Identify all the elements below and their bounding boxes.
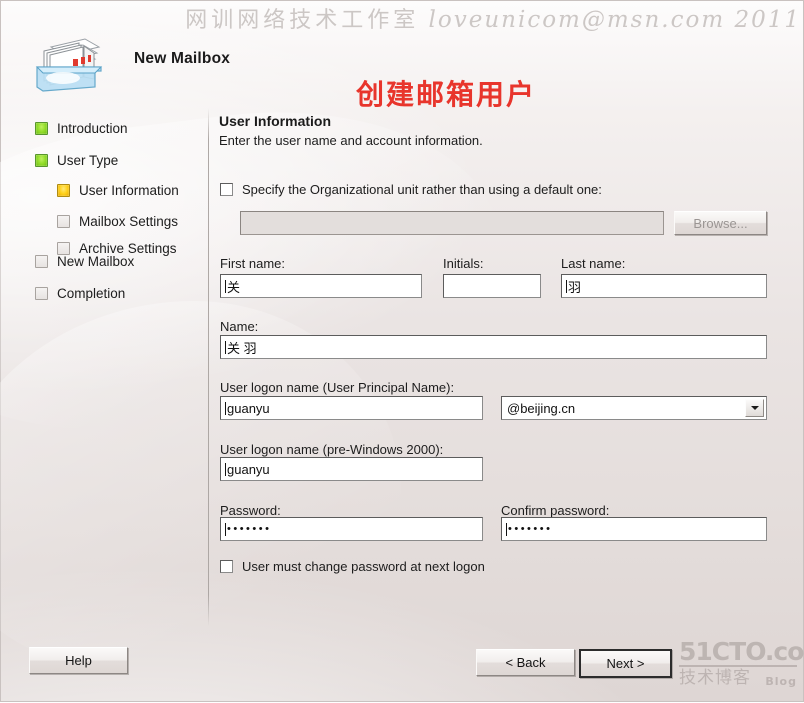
page-title: User Information [219,113,332,129]
name-label: Name: [220,319,259,334]
pre-windows-2000-label: User logon name (pre-Windows 2000): [220,442,444,457]
text-caret [225,401,226,415]
text-caret [506,522,507,536]
first-name-value: 关 [227,279,241,295]
new-mailbox-wizard-window: 网训网络技术工作室 loveunicom@msn.com 2011 New Ma… [0,0,804,702]
upn-value: guanyu [227,400,270,416]
last-name-input[interactable]: 羽 [561,274,767,298]
upn-label: User logon name (User Principal Name): [220,380,455,395]
step-status-icon-todo [35,254,48,268]
upn-input[interactable]: guanyu [220,396,483,420]
chevron-down-icon[interactable] [745,399,764,417]
text-caret [225,340,226,354]
password-value: ••••••• [227,522,272,535]
sidebar-item-label: Introduction [57,120,128,136]
initials-label: Initials: [443,256,484,271]
wizard-footer: Help < Back Next > [1,635,804,703]
wizard-step-sidebar: Introduction User Type User Information … [1,113,207,623]
wizard-header: New Mailbox 创建邮箱用户 [1,27,804,111]
step-status-icon-current [57,183,70,197]
sidebar-item-user-type[interactable]: User Type [35,151,118,169]
confirm-password-label: Confirm password: [501,503,610,518]
first-name-input[interactable]: 关 [220,274,422,298]
password-label: Password: [220,503,281,518]
must-change-password-label: User must change password at next logon [242,559,485,574]
upn-domain-selected: @beijing.cn [507,400,576,416]
pre-windows-2000-value: guanyu [227,461,270,477]
text-caret [225,279,226,293]
step-status-icon-done [35,153,48,167]
step-status-icon-todo [35,286,48,300]
confirm-password-input[interactable]: ••••••• [501,517,767,541]
specify-ou-checkbox[interactable] [220,183,233,196]
sidebar-item-label: User Information [79,182,179,198]
text-caret [225,522,226,536]
next-button[interactable]: Next > [579,649,672,678]
sidebar-item-completion[interactable]: Completion [35,284,125,302]
wizard-title: New Mailbox [134,50,231,67]
upn-domain-dropdown[interactable]: @beijing.cn [501,396,767,420]
step-status-icon-todo [57,214,70,228]
browse-button[interactable]: Browse... [674,211,767,235]
sidebar-item-user-information[interactable]: User Information [57,181,179,199]
text-caret [566,279,567,293]
first-name-label: First name: [220,256,286,271]
sidebar-item-mailbox-settings[interactable]: Mailbox Settings [57,212,178,230]
sidebar-item-label: User Type [57,152,119,168]
name-input[interactable]: 关 羽 [220,335,767,359]
pre-windows-2000-input[interactable]: guanyu [220,457,483,481]
must-change-password-checkbox-row[interactable]: User must change password at next logon [220,559,485,574]
red-heading: 创建邮箱用户 [356,78,537,111]
page-subtitle: Enter the user name and account informat… [219,133,483,148]
back-button[interactable]: < Back [476,649,575,676]
panel-divider [208,108,209,626]
initials-input[interactable] [443,274,541,298]
sidebar-item-new-mailbox[interactable]: New Mailbox [35,252,134,270]
mailbox-card-file-icon [35,38,103,92]
text-caret [225,462,226,476]
last-name-value: 羽 [568,279,582,295]
user-information-panel: User Information Enter the user name and… [219,113,789,148]
organizational-unit-field[interactable] [240,211,664,235]
sidebar-item-label: Mailbox Settings [79,213,179,229]
specify-ou-checkbox-row[interactable]: Specify the Organizational unit rather t… [220,182,602,197]
confirm-password-value: ••••••• [508,522,553,535]
must-change-password-checkbox[interactable] [220,560,233,573]
sidebar-item-label: Completion [57,285,126,301]
specify-ou-label: Specify the Organizational unit rather t… [242,182,602,197]
step-status-icon-done [35,121,48,135]
help-button[interactable]: Help [29,647,128,674]
sidebar-item-introduction[interactable]: Introduction [35,119,128,137]
last-name-label: Last name: [561,256,626,271]
name-value: 关 羽 [227,340,257,356]
sidebar-item-label: New Mailbox [57,253,135,269]
password-input[interactable]: ••••••• [220,517,483,541]
